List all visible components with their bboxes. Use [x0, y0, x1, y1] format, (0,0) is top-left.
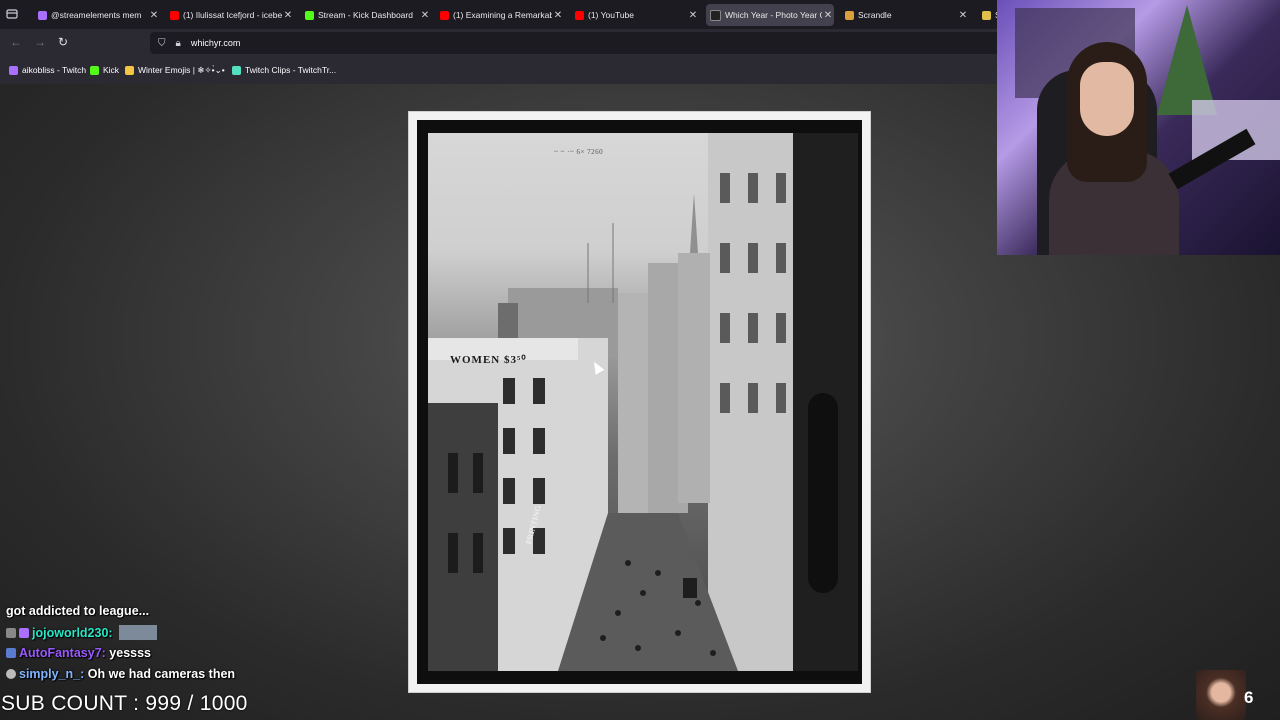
tab-ilulissat[interactable]: (1) Ilulissat Icefjord - iceber ✕ [166, 4, 294, 26]
historic-street-photo[interactable]: ~ ~ ·~ 6× 7260 WOMEN $3⁵⁰ PRINTING [428, 133, 858, 671]
bookmark-aikobliss[interactable]: aikobliss - Twitch [9, 65, 86, 75]
youtube-icon [440, 10, 449, 20]
twitch-icon [9, 65, 18, 75]
close-icon[interactable]: ✕ [552, 10, 564, 21]
youtube-icon [170, 10, 179, 20]
tab-list-icon[interactable] [6, 8, 18, 20]
chat-message: jojoworld230: [6, 625, 158, 640]
webcam-overlay [997, 0, 1280, 255]
youtube-icon [575, 10, 584, 20]
chat-badge-icon [6, 648, 16, 658]
scrandle-icon [845, 10, 854, 20]
close-icon[interactable]: ✕ [148, 10, 160, 21]
chat-message: got addicted to league... [6, 604, 150, 618]
plate-code: ~ ~ ·~ 6× 7260 [554, 148, 604, 156]
tab-youtube[interactable]: (1) YouTube ✕ [571, 4, 699, 26]
sub-count: SUB COUNT : 999 / 1000 [1, 692, 248, 715]
photo-frame: ~ ~ ·~ 6× 7260 WOMEN $3⁵⁰ PRINTING [408, 111, 871, 693]
bookmark-twitch-clips[interactable]: Twitch Clips - TwitchTr... [232, 65, 336, 75]
mini-avatar [1196, 670, 1246, 720]
shield-icon[interactable]: ⛉ [158, 38, 166, 49]
lock-icon: 🔒︎ [175, 37, 181, 49]
close-icon[interactable]: ✕ [822, 10, 834, 21]
tab-partial[interactable]: S [978, 4, 998, 26]
chat-badge-icon [19, 628, 29, 638]
url-bar[interactable]: ⛉ 🔒︎ whichyr.com [150, 32, 1010, 54]
chat-emote-icon [119, 625, 158, 640]
close-icon[interactable]: ✕ [687, 10, 699, 21]
chat-username: simply_n_: [19, 667, 85, 681]
corner-number: 6 [1244, 688, 1254, 707]
url-text[interactable]: whichyr.com [191, 38, 241, 48]
close-icon[interactable]: ✕ [957, 10, 969, 21]
kick-icon [305, 10, 314, 20]
photo-plate: ~ ~ ·~ 6× 7260 WOMEN $3⁵⁰ PRINTING [417, 120, 862, 684]
street-scene [428, 133, 858, 671]
bookmark-winter-emojis[interactable]: Winter Emojis | ❄✧•̀⌄• [125, 65, 225, 76]
tab-which-year[interactable]: Which Year - Photo Year Gu ✕ [706, 4, 834, 26]
chat-badge-icon [6, 669, 16, 679]
tab-examining[interactable]: (1) Examining a Remarkabl ✕ [436, 4, 564, 26]
streamer-face [1080, 62, 1134, 136]
close-icon[interactable]: ✕ [419, 10, 431, 21]
twitchtracker-icon [232, 65, 241, 75]
chat-message: AutoFantasy7: yessss [6, 646, 151, 660]
bookmark-kick[interactable]: Kick [90, 65, 119, 75]
chat-message: simply_n_: Oh we had cameras then [6, 667, 235, 681]
twitch-icon [38, 10, 47, 20]
storefront-sign: WOMEN $3⁵⁰ [450, 354, 527, 366]
tab-kick-dashboard[interactable]: Stream - Kick Dashboard ✕ [301, 4, 431, 26]
back-icon[interactable]: ← [10, 35, 22, 49]
reload-icon[interactable]: ↻ [58, 35, 68, 49]
forward-icon[interactable]: → [34, 35, 46, 49]
chat-username: jojoworld230: [32, 626, 113, 640]
whichyear-icon [710, 9, 721, 21]
tab-streamelements[interactable]: @streamelements mem ✕ [34, 4, 160, 26]
folder-icon [125, 66, 134, 75]
tab-scrandle[interactable]: Scrandle ✕ [841, 4, 969, 26]
kick-icon [90, 65, 99, 75]
chat-badge-icon [6, 628, 16, 638]
chat-username: AutoFantasy7: [19, 646, 106, 660]
tab-partial-icon [982, 10, 991, 20]
christmas-tree [1157, 5, 1217, 115]
close-icon[interactable]: ✕ [282, 10, 294, 21]
